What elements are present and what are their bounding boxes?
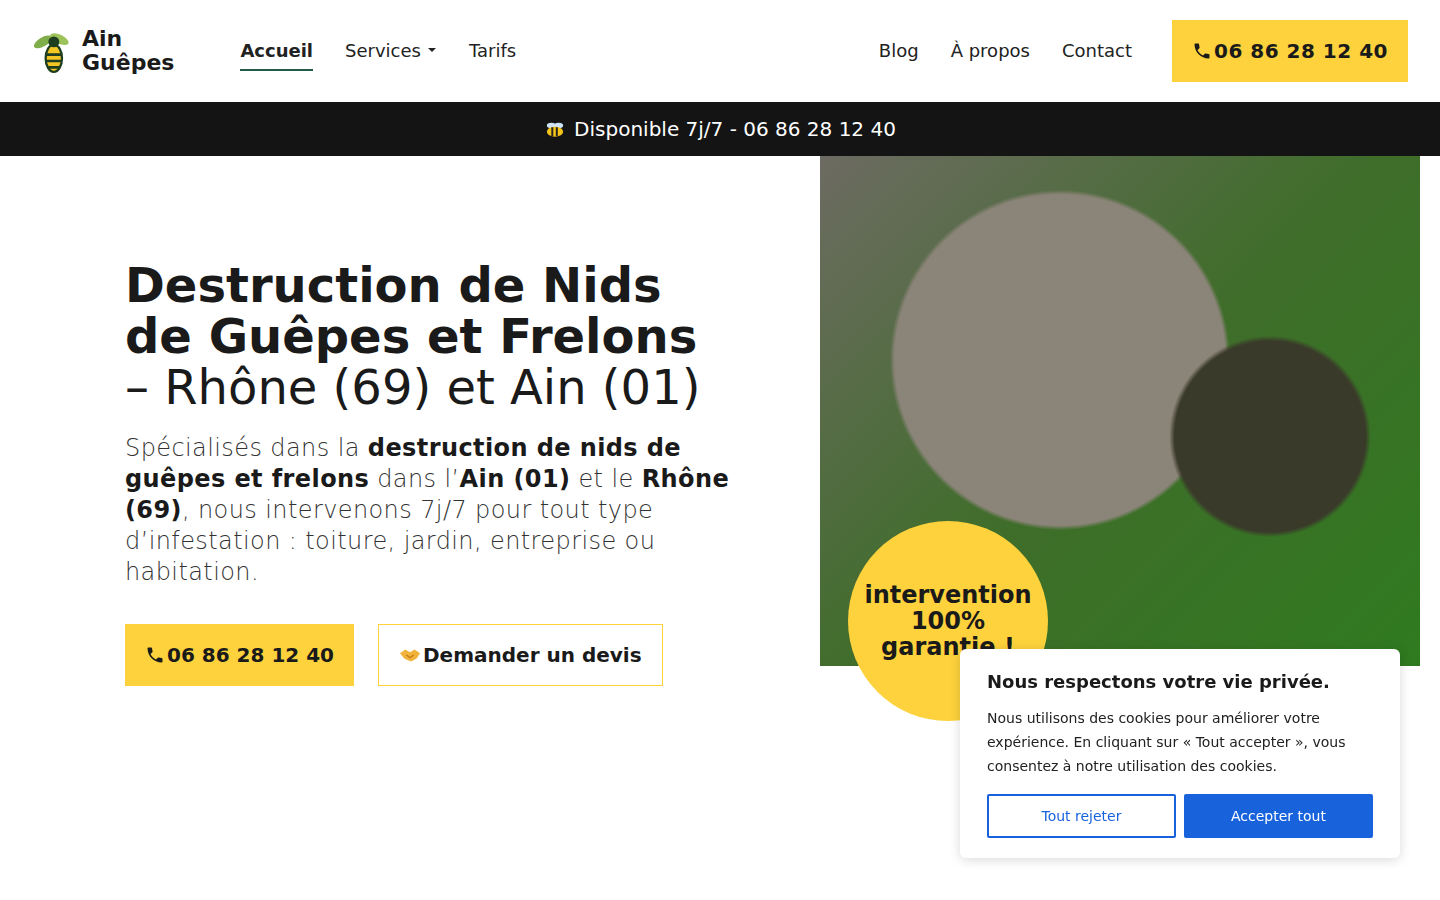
nav-link[interactable]: Blog: [879, 32, 919, 71]
hero-section: Destruction de Nids de Guêpes et Frelons…: [0, 156, 1440, 686]
hero-content: Destruction de Nids de Guêpes et Frelons…: [0, 156, 820, 686]
cookie-banner: Nous respectons votre vie privée. Nous ut…: [960, 649, 1400, 858]
nav-link[interactable]: Accueil: [240, 32, 313, 71]
phone-icon: [1192, 41, 1212, 61]
cookie-text: Nous utilisons des cookies pour améliore…: [987, 706, 1373, 778]
bee-icon: [544, 120, 566, 138]
cookie-actions: Tout rejeterAccepter tout: [987, 794, 1373, 838]
hero-image-wrap: intervention 100% garantie !: [820, 156, 1420, 686]
hero-description: Spécialisés dans la destruction de nids …: [125, 433, 730, 588]
logo[interactable]: AinGuêpes: [32, 27, 174, 75]
logo-text: AinGuêpes: [82, 27, 174, 75]
announcement-bar: Disponible 7j/7 - 06 86 28 12 40: [0, 102, 1440, 156]
phone-button[interactable]: 06 86 28 12 40: [1172, 20, 1408, 82]
phone-icon: [145, 645, 165, 665]
quote-button[interactable]: Demander un devis: [378, 624, 663, 686]
nav-link[interactable]: Services: [345, 32, 437, 71]
accept-button[interactable]: Accepter tout: [1184, 794, 1373, 838]
wasp-logo-icon: [32, 27, 72, 75]
nav-link[interactable]: Contact: [1062, 32, 1132, 71]
site-header: AinGuêpes Accueil Services Tarifs Blog À p…: [0, 0, 1440, 102]
reject-button[interactable]: Tout rejeter: [987, 794, 1176, 838]
secondary-nav: Blog À propos Contact: [879, 32, 1132, 71]
call-button[interactable]: 06 86 28 12 40: [125, 624, 354, 686]
nav-link[interactable]: À propos: [951, 32, 1030, 71]
page: AinGuêpes Accueil Services Tarifs Blog À p…: [0, 0, 1440, 900]
nav-link[interactable]: Tarifs: [469, 32, 516, 71]
cookie-title: Nous respectons votre vie privée.: [987, 671, 1373, 692]
main-nav: Accueil Services Tarifs: [240, 32, 516, 71]
announcement-text: Disponible 7j/7 - 06 86 28 12 40: [574, 117, 896, 141]
caret-down-icon: [427, 47, 437, 53]
hero-actions: 06 86 28 12 40 Demander un devis: [125, 624, 730, 686]
handshake-icon: [399, 647, 421, 663]
hero-title: Destruction de Nids de Guêpes et Frelons…: [125, 260, 730, 413]
